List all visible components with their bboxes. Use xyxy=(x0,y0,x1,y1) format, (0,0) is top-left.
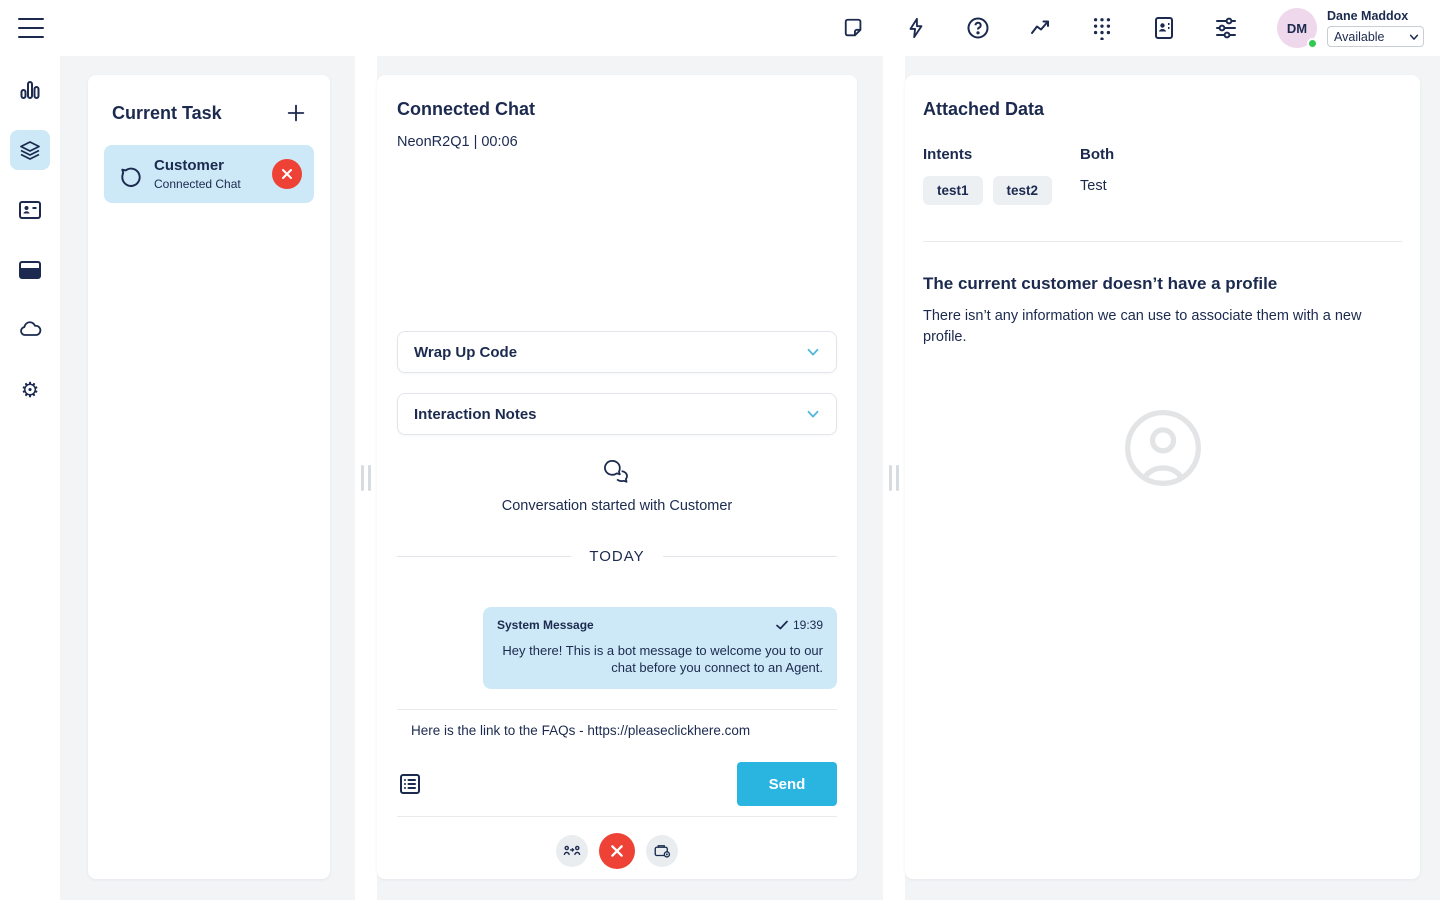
status-select[interactable]: Available xyxy=(1327,26,1424,47)
current-task-panel: Current Task Customer Connected Chat xyxy=(88,75,330,879)
message-input[interactable]: Here is the link to the FAQs - https://p… xyxy=(397,723,837,740)
message-text: Hey there! This is a bot message to welc… xyxy=(497,642,823,676)
chat-title: Connected Chat xyxy=(397,99,837,120)
sidebar-item-contacts[interactable] xyxy=(10,190,50,230)
transfer-chat-button[interactable] xyxy=(556,835,588,867)
both-label: Both xyxy=(1080,146,1114,163)
end-chat-button[interactable] xyxy=(599,833,635,869)
status-select-wrap: Available xyxy=(1327,26,1424,47)
attached-data-title: Attached Data xyxy=(923,99,1402,120)
close-task-button[interactable] xyxy=(272,159,302,189)
intent-tag: test1 xyxy=(923,176,983,205)
avatar-initials: DM xyxy=(1287,21,1307,36)
panel-splitter xyxy=(355,56,377,900)
top-header: DM Dane Maddox Available xyxy=(0,0,1440,56)
user-name: Dane Maddox xyxy=(1327,9,1424,23)
canned-responses-icon[interactable] xyxy=(397,771,423,797)
contact-card-icon xyxy=(18,198,42,222)
close-icon xyxy=(281,168,293,180)
presence-dot xyxy=(1307,38,1318,49)
chat-bubbles-icon xyxy=(602,459,632,485)
contact-card-icon[interactable] xyxy=(1151,15,1177,41)
notes-icon[interactable] xyxy=(841,15,867,41)
no-profile-heading: The current customer doesn’t have a prof… xyxy=(923,274,1402,294)
attached-data-panel: Attached Data Intents test1 test2 Both T… xyxy=(905,75,1420,879)
intent-tag: test2 xyxy=(993,176,1053,205)
chat-subtitle: NeonR2Q1 | 00:06 xyxy=(397,134,837,150)
task-card-customer[interactable]: Customer Connected Chat xyxy=(104,145,314,203)
panel-splitter xyxy=(883,56,905,900)
actions-divider xyxy=(397,816,837,817)
layers-icon xyxy=(18,138,42,162)
close-icon xyxy=(610,844,624,858)
chat-bubble-icon xyxy=(118,161,144,187)
interaction-notes-label: Interaction Notes xyxy=(414,406,537,423)
analytics-icon[interactable] xyxy=(1027,15,1053,41)
dialpad-icon[interactable] xyxy=(1089,15,1115,41)
bar-chart-icon xyxy=(18,78,42,102)
composer-divider xyxy=(397,709,837,710)
bot-device-icon xyxy=(653,843,671,859)
shortcuts-icon[interactable] xyxy=(903,15,929,41)
both-value: Test xyxy=(1080,178,1114,194)
sidebar-item-bar-chart[interactable] xyxy=(10,70,50,110)
sidebar-item-cloud[interactable] xyxy=(10,310,50,350)
avatar[interactable]: DM xyxy=(1277,8,1317,48)
no-profile-body: There isn’t any information we can use t… xyxy=(923,306,1401,348)
section-divider xyxy=(923,241,1402,242)
conversation-start-block: Conversation started with Customer xyxy=(397,459,837,514)
message-sender: System Message xyxy=(497,618,594,632)
conversation-started-text: Conversation started with Customer xyxy=(397,498,837,514)
add-task-button[interactable] xyxy=(284,101,308,125)
panel-resize-handle[interactable] xyxy=(889,465,899,491)
sidebar-item-layers[interactable] xyxy=(10,130,50,170)
current-task-title: Current Task xyxy=(112,103,222,124)
message-time: 19:39 xyxy=(793,618,823,632)
chevron-down-icon xyxy=(804,343,822,361)
sidebar-item-settings[interactable]: ⚙ xyxy=(10,370,50,410)
bot-handover-button[interactable] xyxy=(646,835,678,867)
empty-profile-icon xyxy=(923,406,1402,490)
header-icon-bar xyxy=(841,15,1239,41)
wrap-up-code-label: Wrap Up Code xyxy=(414,344,517,361)
hamburger-menu-icon[interactable] xyxy=(18,18,44,38)
check-icon xyxy=(776,620,788,630)
gear-icon: ⚙ xyxy=(21,380,40,401)
left-sidebar: ⚙ xyxy=(0,56,60,900)
sidebar-item-browser[interactable] xyxy=(10,250,50,290)
panel-resize-handle[interactable] xyxy=(361,465,371,491)
cloud-icon xyxy=(18,318,42,342)
day-divider: TODAY xyxy=(397,548,837,565)
day-divider-label: TODAY xyxy=(589,548,644,565)
interaction-notes-accordion[interactable]: Interaction Notes xyxy=(397,393,837,435)
browser-window-icon xyxy=(18,258,42,282)
system-message-bubble: System Message 19:39 Hey there! This is … xyxy=(483,607,837,689)
task-name: Customer xyxy=(154,157,241,174)
intents-label: Intents xyxy=(923,146,1080,163)
filters-icon[interactable] xyxy=(1213,15,1239,41)
chevron-down-icon xyxy=(804,405,822,423)
help-icon[interactable] xyxy=(965,15,991,41)
connected-chat-panel: Connected Chat NeonR2Q1 | 00:06 Wrap Up … xyxy=(377,75,857,879)
transfer-icon xyxy=(563,844,581,858)
main-content: Current Task Customer Connected Chat Con… xyxy=(60,56,1440,900)
plus-icon xyxy=(285,102,307,124)
task-type: Connected Chat xyxy=(154,177,241,191)
wrap-up-code-accordion[interactable]: Wrap Up Code xyxy=(397,331,837,373)
send-button[interactable]: Send xyxy=(737,762,837,806)
